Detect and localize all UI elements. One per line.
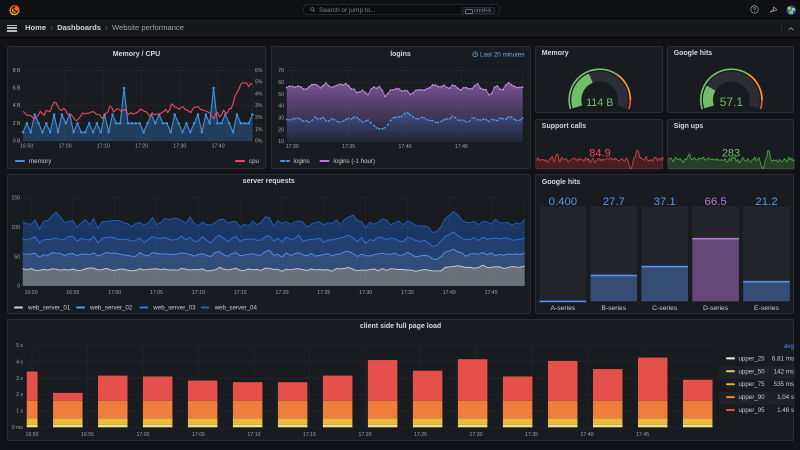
svg-text:17:10: 17:10 — [192, 290, 205, 296]
svg-text:C-series: C-series — [652, 304, 678, 311]
svg-text:B-series: B-series — [602, 304, 627, 311]
svg-text:37.1: 37.1 — [654, 196, 676, 208]
svg-text:6 B: 6 B — [13, 86, 21, 92]
svg-text:30: 30 — [278, 116, 284, 122]
svg-text:web_server_03: web_server_03 — [152, 304, 196, 311]
svg-text:17:25: 17:25 — [317, 290, 330, 296]
svg-text:84.9: 84.9 — [590, 148, 611, 160]
svg-text:0 ms: 0 ms — [12, 424, 24, 430]
svg-text:1.04 s: 1.04 s — [777, 394, 794, 401]
svg-text:memory: memory — [29, 158, 52, 165]
svg-text:E-series: E-series — [754, 304, 779, 311]
svg-text:17:20: 17:20 — [135, 144, 148, 150]
svg-text:16:50: 16:50 — [25, 290, 38, 296]
svg-text:4 B: 4 B — [13, 103, 21, 109]
svg-text:66.5: 66.5 — [705, 196, 727, 208]
svg-text:142 ms: 142 ms — [774, 368, 794, 375]
svg-text:535 ms: 535 ms — [774, 381, 794, 388]
svg-text:5 s: 5 s — [16, 342, 23, 348]
svg-text:upper_75: upper_75 — [738, 381, 765, 388]
svg-text:283: 283 — [722, 148, 740, 160]
svg-text:17:35: 17:35 — [401, 290, 414, 296]
svg-text:3%: 3% — [255, 103, 263, 109]
svg-text:17:40: 17:40 — [443, 290, 456, 296]
svg-text:10: 10 — [278, 139, 284, 145]
svg-text:17:35: 17:35 — [525, 431, 538, 437]
svg-text:web_server_01: web_server_01 — [27, 304, 71, 311]
svg-text:17:35: 17:35 — [342, 144, 355, 150]
svg-text:114 B: 114 B — [586, 97, 613, 109]
svg-text:17:30: 17:30 — [285, 144, 298, 150]
svg-text:17:30: 17:30 — [173, 144, 186, 150]
svg-text:1 s: 1 s — [16, 408, 23, 414]
svg-text:web_server_02: web_server_02 — [89, 304, 133, 311]
svg-text:17:25: 17:25 — [414, 431, 427, 437]
svg-text:40: 40 — [278, 104, 284, 110]
svg-text:17:15: 17:15 — [234, 290, 247, 296]
svg-text:1%: 1% — [255, 127, 263, 133]
svg-text:16:55: 16:55 — [81, 431, 94, 437]
svg-text:1.46 s: 1.46 s — [777, 406, 794, 413]
svg-text:50: 50 — [278, 92, 284, 98]
svg-text:17:45: 17:45 — [454, 144, 467, 150]
svg-text:D-series: D-series — [703, 304, 729, 311]
svg-text:2%: 2% — [255, 115, 263, 121]
svg-text:17:05: 17:05 — [192, 431, 205, 437]
svg-text:17:05: 17:05 — [150, 290, 163, 296]
svg-text:A-series: A-series — [551, 304, 576, 311]
svg-text:17:40: 17:40 — [212, 144, 225, 150]
svg-text:3 s: 3 s — [16, 375, 23, 381]
svg-text:17:20: 17:20 — [276, 290, 289, 296]
svg-text:57.1: 57.1 — [720, 95, 744, 109]
svg-text:6.81 ms: 6.81 ms — [772, 355, 794, 362]
svg-text:100: 100 — [11, 225, 20, 231]
svg-text:avg: avg — [784, 342, 795, 349]
svg-text:upper_25: upper_25 — [738, 355, 765, 362]
svg-text:17:45: 17:45 — [636, 431, 649, 437]
svg-text:logins (-1 hour): logins (-1 hour) — [333, 158, 375, 165]
svg-text:logins: logins — [293, 158, 309, 165]
svg-text:17:00: 17:00 — [108, 290, 121, 296]
svg-text:8 B: 8 B — [13, 68, 21, 74]
svg-text:16:55: 16:55 — [66, 290, 79, 296]
svg-text:17:30: 17:30 — [359, 290, 372, 296]
svg-text:17:10: 17:10 — [248, 431, 261, 437]
svg-text:60: 60 — [278, 80, 284, 86]
svg-text:0: 0 — [17, 283, 20, 289]
svg-text:70: 70 — [278, 68, 284, 74]
svg-text:17:45: 17:45 — [485, 290, 498, 296]
svg-text:16:50: 16:50 — [26, 431, 39, 437]
svg-text:cpu: cpu — [249, 158, 260, 165]
svg-text:20: 20 — [278, 127, 284, 133]
svg-text:17:00: 17:00 — [59, 144, 72, 150]
svg-text:6%: 6% — [255, 68, 263, 74]
svg-text:upper_90: upper_90 — [738, 394, 765, 401]
svg-text:5%: 5% — [255, 80, 263, 86]
svg-text:17:20: 17:20 — [359, 431, 372, 437]
svg-text:web_server_04: web_server_04 — [214, 304, 258, 311]
svg-text:17:10: 17:10 — [97, 144, 110, 150]
svg-text:0%: 0% — [255, 139, 263, 145]
svg-text:17:40: 17:40 — [398, 144, 411, 150]
svg-text:17:30: 17:30 — [470, 431, 483, 437]
svg-text:17:15: 17:15 — [303, 431, 316, 437]
svg-text:21.2: 21.2 — [756, 196, 778, 208]
svg-text:2 B: 2 B — [13, 121, 21, 127]
svg-text:4 s: 4 s — [16, 359, 23, 365]
svg-text:150: 150 — [11, 195, 20, 201]
svg-text:0.400: 0.400 — [549, 196, 577, 208]
svg-text:27.7: 27.7 — [603, 196, 625, 208]
svg-text:upper_50: upper_50 — [738, 368, 765, 375]
svg-text:16:50: 16:50 — [20, 144, 33, 150]
svg-text:17:40: 17:40 — [580, 431, 593, 437]
svg-text:2 s: 2 s — [16, 392, 23, 398]
svg-text:17:00: 17:00 — [137, 431, 150, 437]
svg-text:4%: 4% — [255, 92, 263, 98]
svg-text:upper_95: upper_95 — [738, 406, 765, 413]
svg-text:50: 50 — [14, 254, 20, 260]
